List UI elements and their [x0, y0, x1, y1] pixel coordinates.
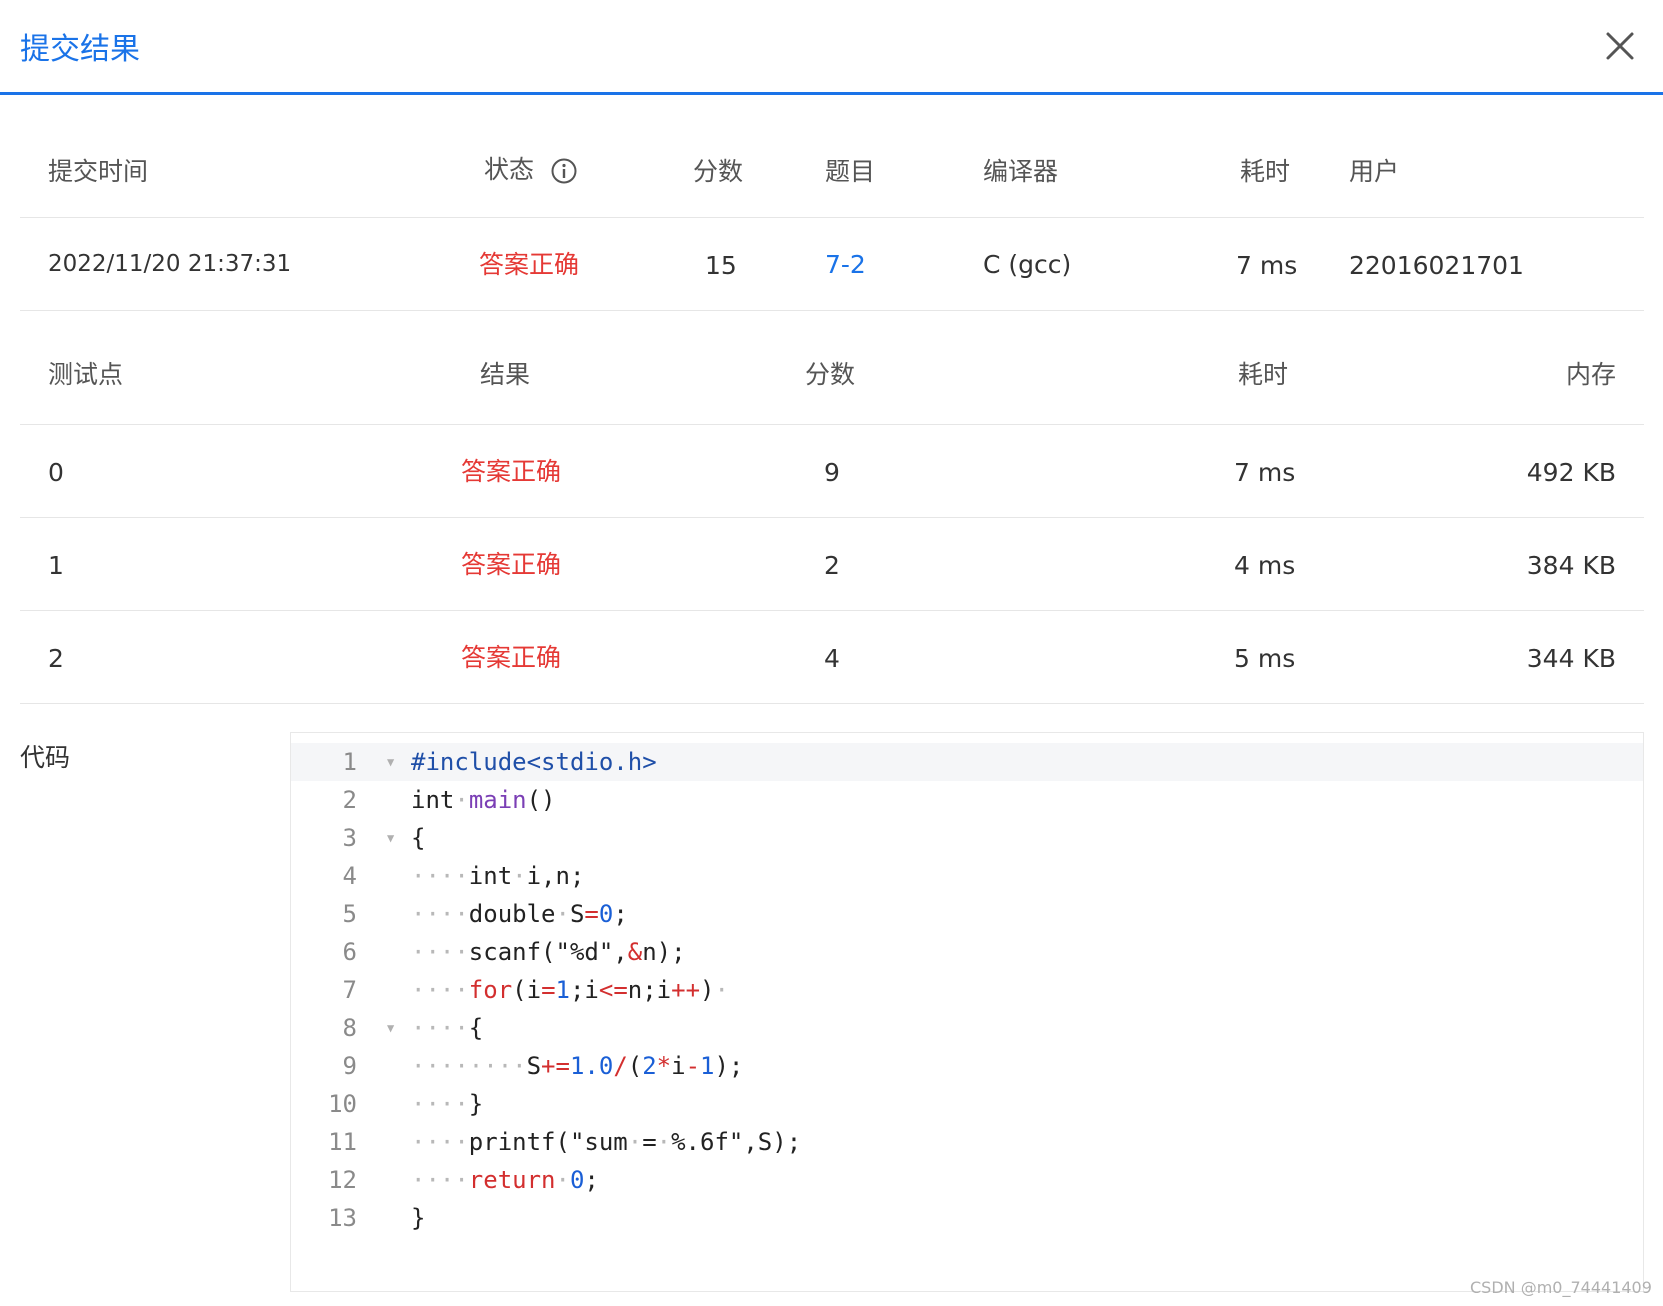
table-row: 0 答案正确 9 7 ms 492 KB — [20, 424, 1644, 518]
code-line: 2 int·main() — [291, 781, 1643, 819]
line-number: 5 — [342, 900, 357, 928]
line-number: 6 — [342, 938, 357, 966]
code-line: 5 ····double·S=0; — [291, 895, 1643, 933]
code-line: 6 ····scanf("%d",&n); — [291, 933, 1643, 971]
summary-header-row: 提交时间 状态 分数 题目 编译器 耗时 用户 — [20, 122, 1644, 218]
line-number: 11 — [328, 1128, 357, 1156]
test-time: 5 ms — [1234, 644, 1296, 673]
submit-time: 2022/11/20 21:37:31 — [48, 251, 292, 277]
test-score: 9 — [824, 458, 840, 487]
header-test-score: 分数 — [805, 360, 856, 389]
header-status: 状态 — [484, 157, 578, 185]
header-duration: 耗时 — [1240, 157, 1291, 186]
header-test-point: 测试点 — [48, 360, 124, 389]
test-score: 4 — [824, 644, 840, 673]
test-result: 答案正确 — [461, 643, 562, 672]
code-line: 11 ····printf("sum·=·%.6f",S); — [291, 1123, 1643, 1161]
code-line: 12 ····return·0; — [291, 1161, 1643, 1199]
code-line: 8 ▼ ····{ — [291, 1009, 1643, 1047]
fold-arrow-icon[interactable]: ▼ — [387, 743, 394, 781]
test-memory: 492 KB — [1526, 458, 1616, 487]
line-number: 4 — [342, 862, 357, 890]
tests-header-row: 测试点 结果 分数 耗时 内存 — [20, 310, 1644, 425]
score-value: 15 — [705, 251, 737, 280]
watermark: CSDN @m0_74441409 — [1470, 1278, 1652, 1297]
line-number: 1 — [342, 748, 357, 776]
summary-data-row: 2022/11/20 21:37:31 答案正确 15 7-2 C (gcc) … — [20, 217, 1644, 311]
code-line: 7 ····for(i=1;i<=n;i++)· — [291, 971, 1643, 1009]
table-row: 2 答案正确 4 5 ms 344 KB — [20, 610, 1644, 704]
test-result: 答案正确 — [461, 457, 562, 486]
code-line: 9 ········S+=1.0/(2*i-1); — [291, 1047, 1643, 1085]
test-result: 答案正确 — [461, 550, 562, 579]
test-time: 4 ms — [1234, 551, 1296, 580]
code-editor[interactable]: 1 ▼ #include<stdio.h> 2 int·main() 3 ▼ {… — [290, 732, 1644, 1292]
test-id: 0 — [48, 458, 64, 487]
line-number: 8 — [342, 1014, 357, 1042]
line-number: 13 — [328, 1204, 357, 1232]
table-row: 1 答案正确 2 4 ms 384 KB — [20, 517, 1644, 611]
code-line: 3 ▼ { — [291, 819, 1643, 857]
header-score: 分数 — [693, 157, 744, 186]
line-number: 7 — [342, 976, 357, 1004]
header-problem: 题目 — [825, 157, 876, 186]
header-test-time: 耗时 — [1238, 360, 1289, 389]
header-user: 用户 — [1349, 157, 1400, 186]
header-submit-time: 提交时间 — [48, 157, 149, 186]
test-memory: 384 KB — [1526, 551, 1616, 580]
test-time: 7 ms — [1234, 458, 1296, 487]
close-button[interactable] — [1600, 26, 1640, 66]
test-memory: 344 KB — [1526, 644, 1616, 673]
test-id: 1 — [48, 551, 64, 580]
code-line: 4 ····int·i,n; — [291, 857, 1643, 895]
code-line: 1 ▼ #include<stdio.h> — [291, 743, 1643, 781]
dialog-header: 提交结果 — [0, 0, 1663, 95]
duration-value: 7 ms — [1236, 251, 1298, 280]
fold-arrow-icon[interactable]: ▼ — [387, 1009, 394, 1047]
compiler-value: C (gcc) — [983, 250, 1072, 279]
line-number: 3 — [342, 824, 357, 852]
close-icon — [1606, 32, 1634, 60]
code-line: 10 ····} — [291, 1085, 1643, 1123]
test-score: 2 — [824, 551, 840, 580]
line-number: 10 — [328, 1090, 357, 1118]
user-value: 22016021701 — [1349, 251, 1524, 280]
header-memory: 内存 — [1565, 360, 1616, 389]
test-id: 2 — [48, 644, 64, 673]
fold-arrow-icon[interactable]: ▼ — [387, 819, 394, 857]
problem-link[interactable]: 7-2 — [825, 252, 866, 277]
code-line: 13 } — [291, 1199, 1643, 1237]
header-compiler: 编译器 — [983, 157, 1059, 186]
line-number: 12 — [328, 1166, 357, 1194]
code-label: 代码 — [20, 743, 71, 772]
info-icon[interactable] — [550, 157, 578, 185]
dialog-title: 提交结果 — [20, 32, 140, 67]
status-badge: 答案正确 — [479, 250, 580, 279]
line-number: 9 — [342, 1052, 357, 1080]
header-result: 结果 — [480, 360, 531, 389]
line-number: 2 — [342, 786, 357, 814]
